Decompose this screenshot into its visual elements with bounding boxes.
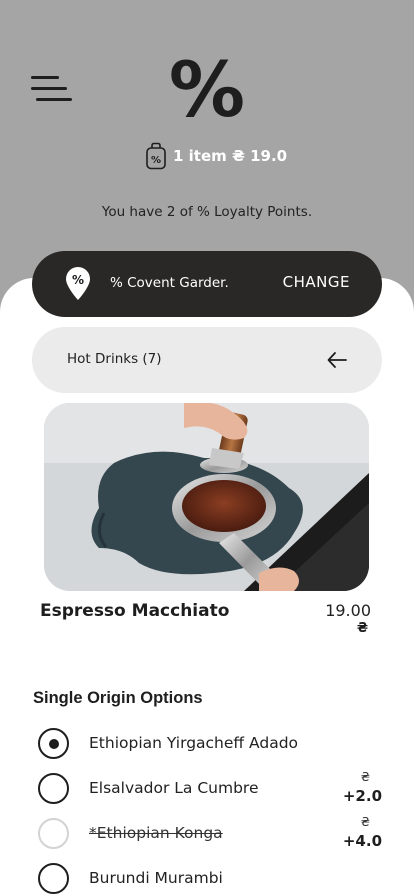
option-currency: ₴ — [360, 770, 370, 784]
option-item[interactable]: Burundi Murambi — [0, 858, 414, 896]
menu-icon[interactable] — [31, 76, 73, 104]
shopping-bag-icon: % — [146, 142, 166, 170]
svg-text:%: % — [151, 155, 161, 166]
radio-button[interactable] — [38, 863, 69, 894]
option-label: *Ethiopian Konga — [89, 824, 223, 842]
espresso-tamping-photo — [44, 403, 369, 591]
cart-summary-text: 1 item ₴ 19.0 — [173, 147, 288, 165]
radio-selected[interactable] — [38, 728, 69, 759]
store-selector[interactable]: % % Covent Garder. CHANGE — [32, 251, 382, 317]
location-pin-icon: % — [66, 267, 90, 300]
option-price: +4.0 — [342, 832, 382, 850]
option-label: Elsalvador La Cumbre — [89, 779, 259, 797]
option-price: +2.0 — [342, 787, 382, 805]
option-currency: ₴ — [360, 815, 370, 829]
product-name: Espresso Macchiato — [40, 601, 230, 621]
option-item[interactable]: Ethiopian Yirgacheff Adado — [0, 723, 414, 763]
category-selector[interactable]: Hot Drinks (7) — [32, 327, 382, 393]
store-name: % Covent Garder. — [110, 275, 229, 291]
option-item[interactable]: Elsalvador La Cumbre ₴ +2.0 — [0, 768, 414, 808]
product-price: 19.00 — [325, 601, 371, 620]
svg-text:%: % — [72, 273, 84, 287]
cart-summary[interactable]: % 1 item ₴ 19.0 — [145, 141, 287, 171]
arrow-left-icon[interactable] — [326, 350, 348, 370]
product-currency: ₴ — [356, 621, 368, 636]
option-item-disabled: *Ethiopian Konga ₴ +4.0 — [0, 813, 414, 853]
radio-button-disabled — [38, 818, 69, 849]
options-section-title: Single Origin Options — [33, 689, 203, 707]
radio-button[interactable] — [38, 773, 69, 804]
change-store-button[interactable]: CHANGE — [283, 273, 350, 291]
option-label: Burundi Murambi — [89, 869, 223, 887]
brand-logo: % — [168, 45, 246, 134]
product-image — [44, 403, 369, 591]
category-label: Hot Drinks (7) — [67, 351, 162, 367]
loyalty-points-text: You have 2 of % Loyalty Points. — [101, 204, 313, 220]
option-label: Ethiopian Yirgacheff Adado — [89, 734, 299, 752]
